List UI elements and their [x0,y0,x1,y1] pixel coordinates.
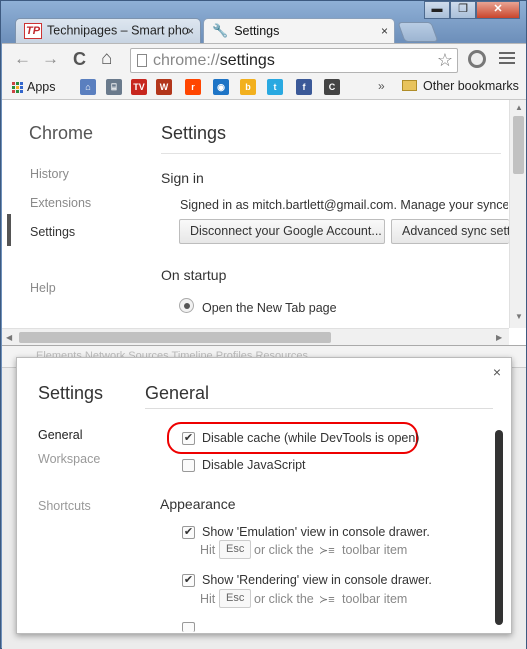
hint-text: or click the [254,592,314,606]
url-text: chrome://settings [153,52,275,69]
advanced-sync-button[interactable]: Advanced sync setti [391,219,509,244]
reddit-icon[interactable]: r [185,79,201,95]
apps-grid-icon [12,82,23,94]
disable-cache-label: Disable cache (while DevTools is open) [202,431,420,445]
toolbar: ← → C ⌂ chrome://settings ☆ [2,43,526,75]
nav-settings[interactable]: Settings [30,225,75,239]
disable-javascript-checkbox[interactable] [182,459,195,472]
disconnect-account-button[interactable]: Disconnect your Google Account... [179,219,385,244]
menu-icon[interactable] [499,50,515,67]
dialog-nav-general[interactable]: General [38,428,82,442]
cut-off-checkbox[interactable] [182,622,195,632]
startup-option-label: Open the New Tab page [202,301,337,315]
page-horizontal-scrollbar[interactable]: ◀ ▶ [2,328,509,345]
star-icon[interactable]: ☆ [437,50,453,71]
bing-icon[interactable]: b [240,79,256,95]
minimize-button[interactable]: ▬ [424,1,450,19]
tab-close-icon[interactable]: × [381,24,388,38]
hint-text: toolbar item [342,592,408,606]
tab-close-icon[interactable]: × [187,24,194,38]
active-nav-indicator [7,214,11,246]
hint-text: Hit [200,592,216,606]
home-icon[interactable]: ⌂ [101,49,112,68]
appearance-heading: Appearance [160,496,236,512]
tab-settings[interactable]: 🔧 Settings × [203,18,395,43]
section-title: General [145,383,210,403]
esc-key: Esc [219,540,252,559]
drawer-icon: ≻≡ [319,545,335,557]
back-icon[interactable]: ← [14,50,31,68]
signin-text: Signed in as mitch.bartlett@gmail.com. M… [180,198,508,212]
section-divider [145,408,493,409]
hint-text: or click the [254,543,314,557]
emulation-label: Show 'Emulation' view in console drawer. [202,525,430,539]
bookmarks-overflow-icon[interactable]: » [378,79,385,93]
tab-label: Settings [234,24,280,38]
dialog-scrollbar[interactable] [495,418,505,630]
address-bar[interactable]: chrome://settings ☆ [130,48,458,73]
nyt-icon[interactable]: C [324,79,340,95]
lighthouse-icon[interactable]: ⌂ [80,79,96,95]
apps-bookmark[interactable]: Apps [12,80,56,94]
settings-page: Chrome History Extensions Settings Help … [2,100,526,345]
facebook-icon[interactable]: f [296,79,312,95]
page-title: Settings [161,123,227,143]
rendering-label: Show 'Rendering' view in console drawer. [202,573,432,587]
nav-help[interactable]: Help [30,281,56,295]
toolkit-icon[interactable]: ⌸ [106,79,122,95]
reload-icon[interactable]: C [73,50,86,68]
tab-label: Technipages – Smart pho [47,23,189,38]
esc-key: Esc [219,589,252,608]
signin-heading: Sign in [161,170,204,186]
page-vertical-scrollbar[interactable]: ▲ ▼ [509,100,526,328]
eye-icon[interactable]: ◉ [213,79,229,95]
close-window-button[interactable]: ✕ [476,1,520,19]
other-bookmarks[interactable]: Other bookmarks [402,79,519,93]
devtools-settings-dialog: × Settings General Workspace Shortcuts G… [16,357,512,634]
rendering-checkbox[interactable]: ✔ [182,574,195,587]
browser-window: ▬ ❐ ✕ TP Technipages – Smart pho × 🔧 Setti… [0,0,527,649]
dialog-nav-shortcuts[interactable]: Shortcuts [38,499,91,513]
wowhead-icon[interactable]: W [156,79,172,95]
tab-strip: TP Technipages – Smart pho × 🔧 Settings × [9,18,439,43]
startup-radio[interactable] [179,298,194,313]
technipages-favicon-icon: TP [24,23,42,39]
page-icon [137,54,147,67]
forward-icon[interactable]: → [42,50,59,68]
nav-history[interactable]: History [30,167,69,181]
close-icon[interactable]: × [493,364,501,380]
maximize-button[interactable]: ❐ [450,1,476,19]
new-tab-button[interactable] [397,22,439,42]
nav-extensions[interactable]: Extensions [30,196,91,210]
startup-heading: On startup [161,267,227,283]
bookmarks-bar: Apps ⌂ ⌸ TV Wr ◉ b t f C » Other bookmarks [2,75,526,100]
hint-text: toolbar item [342,543,408,557]
tab-technipages[interactable]: TP Technipages – Smart pho × [15,18,201,43]
folder-icon [402,80,417,91]
twitter-icon[interactable]: t [267,79,283,95]
disable-javascript-label: Disable JavaScript [202,458,306,472]
hint-text: Hit [200,543,216,557]
emulation-checkbox[interactable]: ✔ [182,526,195,539]
disable-cache-checkbox[interactable]: ✔ [182,432,195,445]
window-controls: ▬ ❐ ✕ [424,1,520,19]
wrench-icon: 🔧 [212,23,229,38]
extension-icon[interactable] [468,50,486,68]
title-divider [161,153,501,154]
drawer-icon: ≻≡ [319,594,335,606]
dialog-nav-workspace[interactable]: Workspace [38,452,100,466]
dialog-title: Settings [38,383,104,403]
chrome-brand: Chrome [29,123,94,143]
tvguide-icon[interactable]: TV [131,79,147,95]
